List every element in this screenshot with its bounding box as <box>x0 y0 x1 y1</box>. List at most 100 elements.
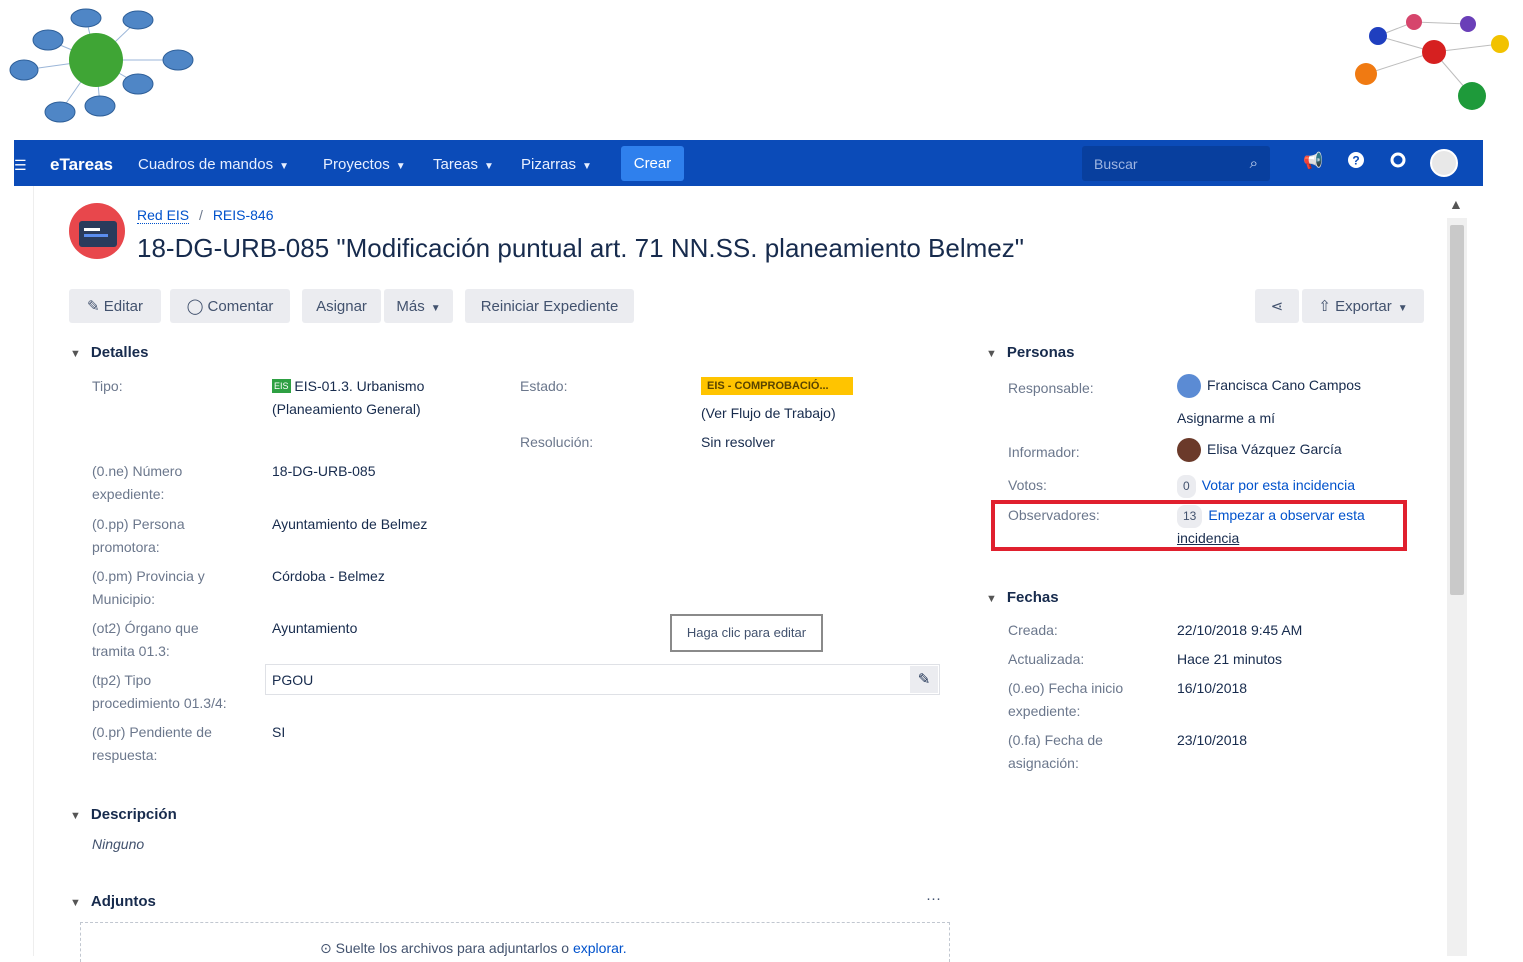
view-workflow-link[interactable]: (Ver Flujo de Trabajo) <box>701 402 836 425</box>
comment-icon: ◯ <box>186 298 204 315</box>
dates-section-toggle[interactable]: ▼ Fechas <box>986 589 1059 606</box>
status-badge[interactable]: EIS - COMPROBACIÓ... <box>701 377 853 395</box>
field-label: (0.pr) Pendiente de respuesta: <box>92 724 212 763</box>
description-section-toggle[interactable]: ▼ Descripción <box>70 806 177 823</box>
assign-button[interactable]: Asignar <box>302 289 381 323</box>
status-label: Estado: <box>520 378 568 394</box>
resolution-value: Sin resolver <box>701 434 775 450</box>
scroll-up-icon[interactable]: ▲ <box>1449 196 1463 212</box>
upload-icon: ⊙ <box>320 940 332 956</box>
attachments-more-button[interactable]: ··· <box>926 890 941 907</box>
attachments-section-toggle[interactable]: ▼ Adjuntos <box>70 893 156 910</box>
assignee-label: Responsable: <box>1008 380 1094 396</box>
field-label: (tp2) Tipo procedimiento 01.3/4: <box>92 672 227 711</box>
breadcrumb-separator: / <box>199 207 203 223</box>
people-section-toggle[interactable]: ▼ Personas <box>986 344 1074 361</box>
header-banner <box>0 0 1523 140</box>
start-date-value[interactable]: 16/10/2018 <box>1177 677 1247 700</box>
dropzone-text: ⊙ Suelte los archivos para adjuntarlos o… <box>320 940 627 956</box>
field-label: (0.pm) Provincia y Municipio: <box>92 568 205 607</box>
export-icon: ⇧ <box>1318 298 1331 315</box>
nav-menu-tasks[interactable]: Tareas ▼ <box>433 140 494 186</box>
description-value[interactable]: Ninguno <box>92 833 144 856</box>
breadcrumb: Red EIS / REIS-846 <box>137 207 274 224</box>
field-value[interactable]: Córdoba - Belmez <box>272 565 385 588</box>
network-diagram-logo <box>9 8 194 123</box>
pencil-icon: ✎ <box>87 298 100 315</box>
resolution-label: Resolución: <box>520 434 594 450</box>
type-label: Tipo: <box>92 378 123 394</box>
settings-icon[interactable] <box>1387 151 1409 173</box>
export-button[interactable]: ⇧ Exportar ▼ <box>1302 289 1424 323</box>
field-value[interactable]: 18-DG-URB-085 <box>272 460 375 483</box>
top-navigation-bar: ☰ eTareas Cuadros de mandos ▼ Proyectos ▼ … <box>14 140 1483 186</box>
annotation-highlight-box <box>991 500 1407 551</box>
help-icon[interactable]: ? <box>1345 151 1367 173</box>
user-avatar[interactable] <box>1430 149 1458 177</box>
people-network-logo <box>1355 14 1509 110</box>
svg-text:?: ? <box>1352 154 1359 168</box>
chevron-down-icon: ▼ <box>70 897 81 909</box>
breadcrumb-project-link[interactable]: Red EIS <box>137 207 190 224</box>
chevron-down-icon: ▼ <box>70 348 81 360</box>
issue-type-icon: EIS <box>272 379 291 393</box>
menu-icon[interactable]: ☰ <box>14 140 27 186</box>
chevron-down-icon: ▼ <box>986 593 997 605</box>
assign-to-me-link[interactable]: Asignarme a mí <box>1177 407 1275 430</box>
chevron-down-icon: ▼ <box>430 303 441 314</box>
click-to-edit-tooltip: Haga clic para editar <box>670 614 823 652</box>
updated-label: Actualizada: <box>1008 651 1085 667</box>
field-value[interactable]: SI <box>272 721 285 744</box>
nav-menu-boards[interactable]: Pizarras ▼ <box>521 140 592 186</box>
created-value: 22/10/2018 9:45 AM <box>1177 622 1303 638</box>
chevron-down-icon: ▼ <box>484 161 494 172</box>
field-label: (0.pp) Persona promotora: <box>92 516 185 555</box>
start-date-label: (0.eo) Fecha inicio expediente: <box>1008 680 1124 719</box>
more-button[interactable]: Más ▼ <box>384 289 453 323</box>
chevron-down-icon: ▼ <box>70 810 81 822</box>
search-icon: ⌕ <box>1249 155 1258 172</box>
assignment-date-value[interactable]: 23/10/2018 <box>1177 729 1247 752</box>
chevron-down-icon: ▼ <box>395 161 406 172</box>
reporter-value[interactable]: Elisa Vázquez García <box>1177 438 1342 463</box>
avatar <box>1177 438 1201 463</box>
field-value[interactable]: PGOU <box>272 669 313 692</box>
chevron-down-icon: ▼ <box>986 348 997 360</box>
nav-menu-dashboards[interactable]: Cuadros de mandos ▼ <box>138 140 289 186</box>
project-avatar[interactable] <box>69 203 125 264</box>
scrollbar-thumb[interactable] <box>1450 225 1464 595</box>
type-value: EIS EIS-01.3. Urbanismo (Planeamiento Gen… <box>272 378 425 417</box>
create-button[interactable]: Crear <box>621 146 684 181</box>
field-label: (0.ne) Número expediente: <box>92 463 183 502</box>
votes-value: 0 Votar por esta incidencia <box>1177 474 1355 498</box>
browse-link[interactable]: explorar. <box>573 940 627 956</box>
details-section-toggle[interactable]: ▼ Detalles <box>70 344 148 361</box>
search-input[interactable]: Buscar ⌕ <box>1082 146 1270 181</box>
inline-edit-field[interactable] <box>265 664 940 695</box>
avatar <box>1177 374 1201 399</box>
votes-count: 0 <box>1177 475 1196 498</box>
share-button[interactable]: ⋖ <box>1255 289 1299 323</box>
pencil-icon[interactable]: ✎ <box>910 666 938 693</box>
app-logo[interactable]: eTareas <box>50 140 113 186</box>
megaphone-icon[interactable]: 📢 <box>1302 151 1324 173</box>
chevron-down-icon: ▼ <box>279 161 289 172</box>
field-value[interactable]: Ayuntamiento de Belmez <box>272 513 427 536</box>
field-value[interactable]: Ayuntamiento <box>272 617 357 640</box>
chevron-down-icon: ▼ <box>582 161 592 172</box>
edit-button[interactable]: ✎ Editar <box>69 289 161 323</box>
breadcrumb-issue-key-link[interactable]: REIS-846 <box>213 207 274 223</box>
chevron-down-icon: ▼ <box>1397 303 1408 314</box>
nav-menu-projects[interactable]: Proyectos ▼ <box>323 140 406 186</box>
vote-link[interactable]: Votar por esta incidencia <box>1202 477 1355 493</box>
field-label: (ot2) Órgano que tramita 01.3: <box>92 620 199 659</box>
created-label: Creada: <box>1008 622 1058 638</box>
updated-value: Hace 21 minutos <box>1177 651 1283 667</box>
reporter-label: Informador: <box>1008 444 1080 460</box>
assignee-value[interactable]: Francisca Cano Campos <box>1177 374 1361 399</box>
comment-button[interactable]: ◯ Comentar <box>170 289 290 323</box>
page-title[interactable]: 18-DG-URB-085 "Modificación puntual art.… <box>137 233 1024 264</box>
assignment-date-label: (0.fa) Fecha de asignación: <box>1008 732 1103 771</box>
restart-case-button[interactable]: Reiniciar Expediente <box>465 289 634 323</box>
votes-label: Votos: <box>1008 477 1047 493</box>
